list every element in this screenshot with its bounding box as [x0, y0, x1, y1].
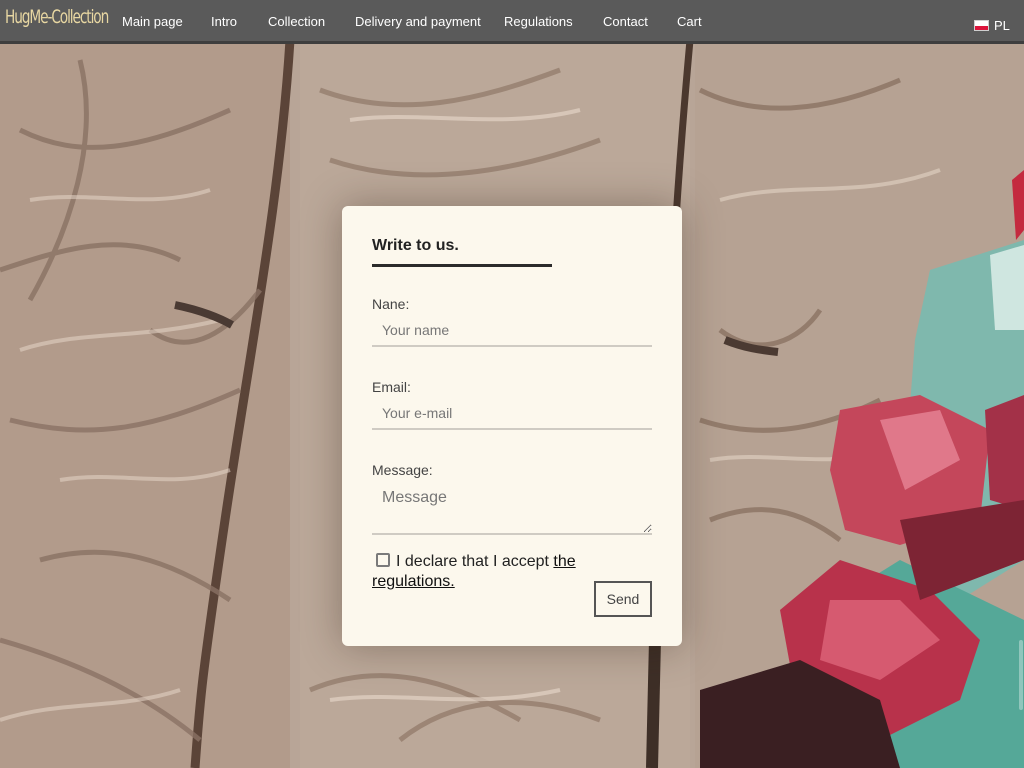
language-label: PL [994, 18, 1010, 33]
nav-regulations[interactable]: Regulations [504, 14, 573, 29]
nav-cart[interactable]: Cart [677, 14, 702, 29]
nav-collection[interactable]: Collection [268, 14, 325, 29]
name-field[interactable] [372, 315, 652, 347]
nav-main-page[interactable]: Main page [122, 14, 183, 29]
nav-intro[interactable]: Intro [211, 14, 237, 29]
email-label: Email: [372, 379, 411, 395]
consent-checkbox[interactable] [376, 553, 390, 567]
email-field[interactable] [372, 398, 652, 430]
nav-delivery-and-payment[interactable]: Delivery and payment [355, 14, 481, 29]
site-logo[interactable]: HugMe-Collection [5, 6, 109, 28]
consent-text: I declare that I accept [396, 553, 554, 570]
form-title: Write to us. [372, 237, 459, 254]
name-label: Nane: [372, 296, 410, 312]
language-switcher[interactable]: PL [974, 18, 1010, 33]
send-button[interactable]: Send [594, 581, 652, 617]
title-underline [372, 264, 552, 267]
top-navigation-bar: HugMe-Collection Main page Intro Collect… [0, 0, 1024, 44]
contact-form-card: Write to us. Nane: Email: Message: I dec… [342, 206, 682, 646]
message-field[interactable] [372, 485, 652, 535]
nav-contact[interactable]: Contact [603, 14, 648, 29]
scrollbar-thumb[interactable] [1019, 640, 1023, 710]
consent-row: I declare that I accept the regulations. [372, 552, 612, 592]
message-label: Message: [372, 462, 433, 478]
poland-flag-icon [974, 20, 989, 31]
